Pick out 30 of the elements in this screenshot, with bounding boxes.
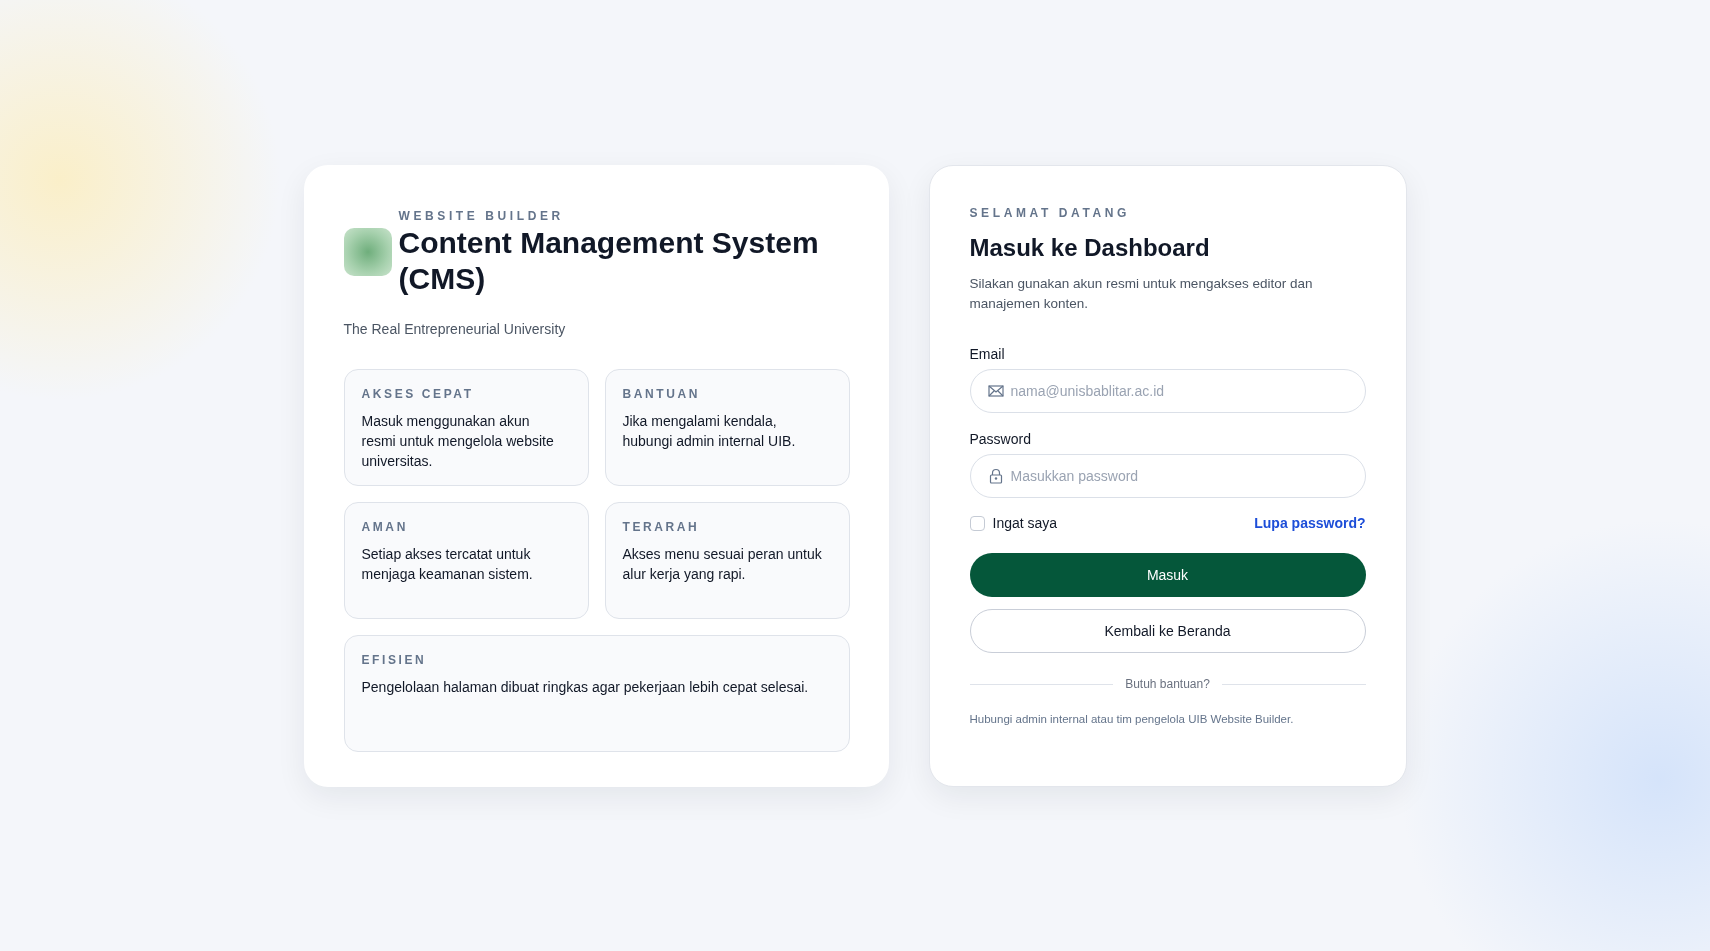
password-field[interactable]: Masukkan password [969,454,1366,498]
tagline: The Real Entrepreneurial University [343,321,567,337]
email-field[interactable]: nama@unisbablitar.ac.id [969,369,1366,413]
page-title: Content Management System (CMS) [398,225,820,297]
login-button[interactable]: Masuk [969,553,1366,597]
field-label: Password [969,431,1031,447]
help-divider-text: Butuh bantuan? [1125,677,1210,691]
forgot-password-link[interactable]: Lupa password? [1254,515,1366,531]
help-note: Hubungi admin internal atau tim pengelola UIB Website Builder. [969,713,1295,725]
remember-checkbox[interactable] [969,515,985,531]
back-home-button[interactable]: Kembali ke Beranda [969,609,1366,653]
feature-heading: AKSES CEPAT [361,387,475,401]
login-description: Silakan gunakan akun resmi untuk mengakses editor dan manajemen konten. [969,275,1314,313]
feature-text: Masuk menggunakan akun resmi untuk mengelola website universitas. [361,412,555,471]
eyebrow-text: SELAMAT DATANG [969,206,1131,220]
mail-icon [987,383,1004,399]
remember-label: Ingat saya [992,515,1058,531]
feature-text: Jika mengalami kendala, hubungi admin internal UIB. [622,412,797,451]
field-label: Email [969,346,1005,362]
feature-text: Akses menu sesuai peran untuk alur kerja yang rapi. [622,545,823,584]
feature-text: Pengelolaan halaman dibuat ringkas agar pekerjaan lebih cepat selesai. [361,678,810,697]
lock-icon [987,468,1004,484]
logo-icon [343,228,392,276]
login-title: Masuk ke Dashboard [969,234,1211,262]
feature-heading: BANTUAN [622,387,702,401]
feature-heading: TERARAH [622,520,701,534]
feature-heading: AMAN [361,520,409,534]
feature-heading: EFISIEN [361,653,428,667]
feature-text: Setiap akses tercatat untuk menjaga keamanan sistem. [361,545,534,584]
eyebrow-text: WEBSITE BUILDER [398,209,565,223]
